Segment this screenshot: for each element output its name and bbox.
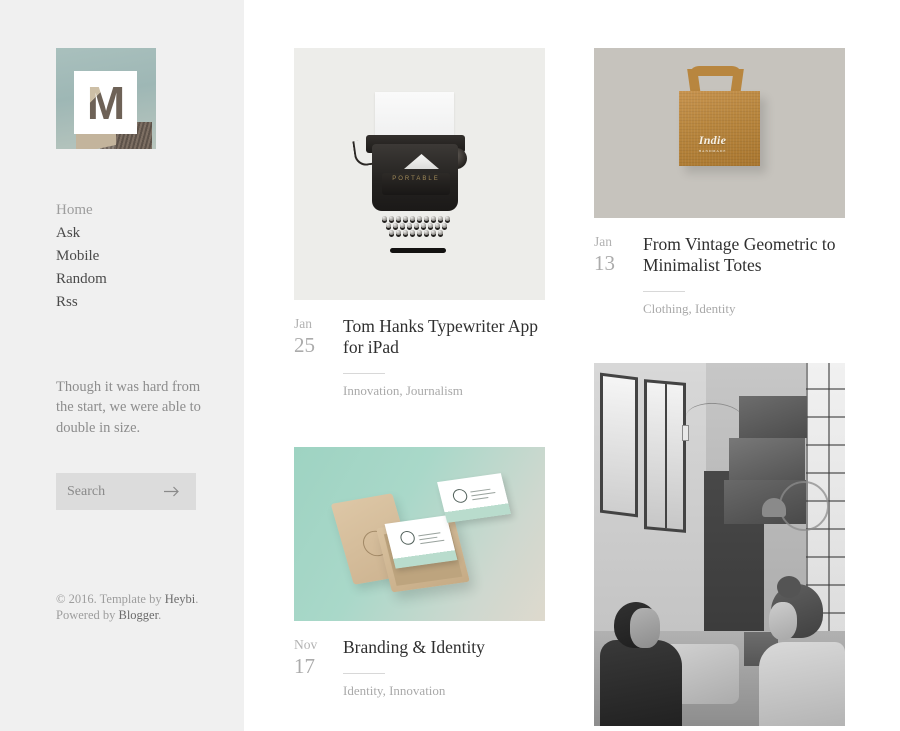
branding-card-stack-front bbox=[384, 515, 458, 569]
nav-item-mobile[interactable]: Mobile bbox=[56, 245, 226, 268]
footer-powered-period: . bbox=[158, 607, 162, 622]
couple-moving-box-top bbox=[739, 396, 807, 438]
post-title-typewriter[interactable]: Tom Hanks Typewriter App for iPad bbox=[343, 316, 545, 358]
post-card-typewriter: PORTABLE Jan 25 Tom Hanks Typewriter App… bbox=[294, 48, 545, 399]
couple-bicycle-wheel bbox=[779, 481, 829, 531]
post-thumbnail-totes[interactable]: Indie HANDMADE bbox=[594, 48, 845, 218]
post-date-month: Jan bbox=[594, 234, 612, 249]
couple-moving-box-mid bbox=[729, 438, 805, 480]
post-date-month: Nov bbox=[294, 637, 318, 652]
nav-item-random[interactable]: Random bbox=[56, 268, 226, 291]
post-card-totes: Indie HANDMADE Jan 13 From Vintage Geome… bbox=[594, 48, 845, 317]
couple-window-one bbox=[600, 372, 638, 518]
branding-card-logo-mark bbox=[398, 530, 417, 546]
post-text-totes: From Vintage Geometric to Minimalist Tot… bbox=[643, 234, 845, 317]
post-date-month: Jan bbox=[294, 316, 312, 331]
typewriter-brand-text: PORTABLE bbox=[392, 176, 440, 182]
footer-copyright-text: © 2016. Template by bbox=[56, 592, 165, 606]
search-submit-button[interactable] bbox=[156, 474, 186, 509]
post-date-day: 17 bbox=[294, 653, 315, 678]
post-card-couple bbox=[594, 363, 845, 726]
branding-card-stack-back bbox=[437, 473, 511, 523]
footer-copyright-period: . bbox=[195, 592, 199, 606]
post-date-day: 25 bbox=[294, 332, 315, 357]
post-grid: PORTABLE Jan 25 Tom Hanks Typewriter App… bbox=[244, 0, 900, 731]
footer-template-link[interactable]: Heybi bbox=[165, 592, 196, 606]
post-divider bbox=[343, 673, 385, 674]
couple-photo bbox=[594, 363, 845, 726]
post-divider bbox=[643, 291, 685, 292]
couple-woman-body bbox=[759, 642, 845, 726]
post-tags-totes[interactable]: Clothing, Identity bbox=[643, 301, 845, 317]
post-thumbnail-couple[interactable] bbox=[594, 363, 845, 726]
couple-window-two bbox=[644, 379, 686, 533]
sidebar-footer: © 2016. Template by Heybi. Powered by Bl… bbox=[56, 592, 236, 623]
couple-woman-face bbox=[769, 602, 797, 640]
logo-white-frame: M bbox=[74, 71, 137, 134]
typewriter-spacebar bbox=[390, 248, 446, 253]
site-description: Though it was hard from the start, we we… bbox=[56, 378, 201, 436]
post-card-branding: Nov 17 Branding & Identity Identity, Inn… bbox=[294, 447, 545, 699]
typewriter-photo: PORTABLE bbox=[294, 48, 545, 300]
couple-man-face bbox=[630, 608, 660, 648]
couple-man-body bbox=[600, 640, 682, 726]
post-date-totes: Jan 13 bbox=[594, 234, 643, 317]
tote-body bbox=[679, 91, 760, 166]
post-tags-branding[interactable]: Identity, Innovation bbox=[343, 683, 545, 699]
post-date-day: 13 bbox=[594, 250, 615, 275]
site-logo[interactable]: M bbox=[56, 48, 156, 149]
search-form bbox=[56, 473, 196, 510]
post-tags-typewriter[interactable]: Innovation, Journalism bbox=[343, 383, 545, 399]
post-divider bbox=[343, 373, 385, 374]
nav-item-ask[interactable]: Ask bbox=[56, 222, 226, 245]
typewriter-keys bbox=[380, 216, 452, 249]
post-meta-totes: Jan 13 From Vintage Geometric to Minimal… bbox=[594, 234, 845, 317]
post-text-typewriter: Tom Hanks Typewriter App for iPad Innova… bbox=[343, 316, 545, 399]
post-text-branding: Branding & Identity Identity, Innovation bbox=[343, 637, 545, 699]
nav-item-home[interactable]: Home bbox=[56, 199, 226, 222]
arrow-right-icon bbox=[163, 486, 180, 497]
post-thumbnail-branding[interactable] bbox=[294, 447, 545, 621]
couple-lamp bbox=[762, 498, 786, 517]
branding-card-logo-mark-2 bbox=[451, 488, 469, 504]
post-title-totes[interactable]: From Vintage Geometric to Minimalist Tot… bbox=[643, 234, 845, 276]
couple-woman-hair-bun bbox=[777, 576, 801, 598]
tote-photo: Indie HANDMADE bbox=[594, 48, 845, 218]
post-date-branding: Nov 17 bbox=[294, 637, 343, 699]
post-title-branding[interactable]: Branding & Identity bbox=[343, 637, 545, 658]
post-thumbnail-typewriter[interactable]: PORTABLE bbox=[294, 48, 545, 300]
post-date-typewriter: Jan 25 bbox=[294, 316, 343, 399]
footer-blogger-link[interactable]: Blogger bbox=[119, 608, 159, 622]
branding-photo bbox=[294, 447, 545, 621]
tote-logo-text: Indie HANDMADE bbox=[698, 133, 727, 153]
post-meta-typewriter: Jan 25 Tom Hanks Typewriter App for iPad… bbox=[294, 316, 545, 399]
sidebar: M Home Ask Mobile Random Rss Though it w… bbox=[0, 0, 244, 731]
logo-letter-m: M bbox=[74, 71, 137, 134]
post-meta-branding: Nov 17 Branding & Identity Identity, Inn… bbox=[294, 637, 545, 699]
sidebar-navigation: Home Ask Mobile Random Rss bbox=[56, 199, 226, 314]
footer-powered-text: Powered by bbox=[56, 607, 119, 622]
couple-light-switch bbox=[682, 425, 689, 441]
nav-item-rss[interactable]: Rss bbox=[56, 291, 226, 314]
search-input[interactable] bbox=[56, 474, 156, 509]
page-root: M Home Ask Mobile Random Rss Though it w… bbox=[0, 0, 900, 731]
